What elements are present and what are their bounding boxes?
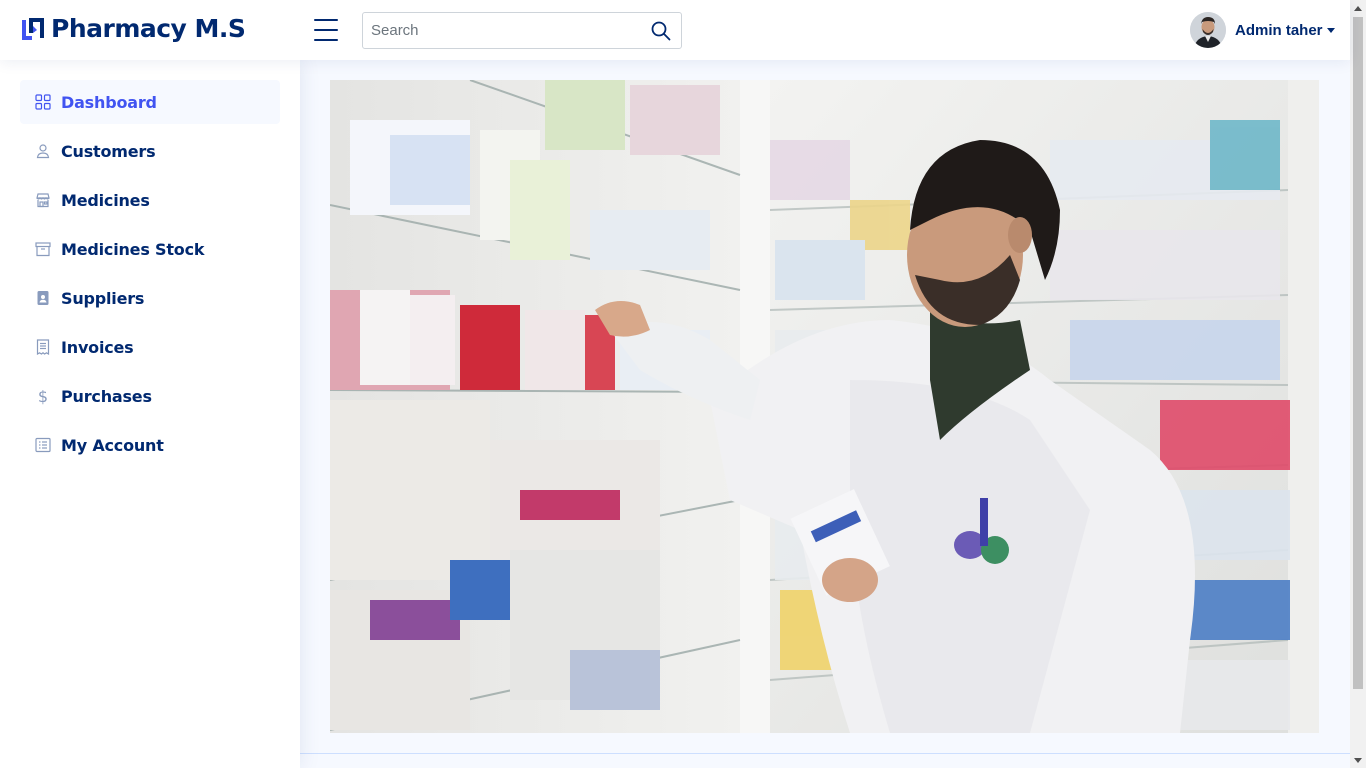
sidebar-item-medicines[interactable]: Medicines — [20, 178, 280, 222]
sidebar-item-label: Purchases — [61, 386, 152, 406]
page-scrollbar[interactable] — [1350, 0, 1366, 768]
sidebar: Dashboard Customers Medicines Medicines … — [0, 60, 300, 768]
sidebar-item-my-account[interactable]: My Account — [20, 423, 280, 467]
archive-icon — [35, 241, 51, 257]
pharmacy-photo — [330, 80, 1319, 733]
sidebar-item-label: Medicines Stock — [61, 239, 205, 259]
person-badge-icon — [35, 290, 51, 306]
search-icon — [651, 21, 671, 40]
logo-icon — [22, 17, 44, 40]
sidebar-item-suppliers[interactable]: Suppliers — [20, 276, 280, 320]
hamburger-line — [314, 19, 338, 21]
sidebar-item-label: Invoices — [61, 337, 134, 357]
hamburger-line — [314, 29, 338, 31]
sidebar-item-customers[interactable]: Customers — [20, 129, 280, 173]
scrollbar-thumb[interactable] — [1353, 17, 1363, 689]
sidebar-item-purchases[interactable]: $ Purchases — [20, 374, 280, 418]
sidebar-item-dashboard[interactable]: Dashboard — [20, 80, 280, 124]
avatar-image — [1190, 12, 1226, 48]
footer-divider — [300, 753, 1350, 754]
grid-icon — [35, 94, 51, 110]
avatar — [1190, 12, 1226, 48]
logo-text: Pharmacy M.S — [51, 14, 246, 43]
scroll-down-arrow-icon[interactable] — [1350, 752, 1366, 768]
sidebar-item-label: Customers — [61, 141, 156, 161]
scroll-up-arrow-icon[interactable] — [1350, 0, 1366, 16]
sidebar-item-medicines-stock[interactable]: Medicines Stock — [20, 227, 280, 271]
account-list-icon — [35, 437, 51, 453]
search-bar — [362, 12, 682, 49]
hamburger-line — [314, 39, 338, 41]
menu-toggle-button[interactable] — [314, 19, 338, 41]
person-icon — [35, 143, 51, 159]
sidebar-nav: Dashboard Customers Medicines Medicines … — [20, 80, 280, 467]
search-input[interactable] — [363, 13, 641, 48]
receipt-icon — [35, 339, 51, 355]
hero-image — [330, 80, 1319, 733]
profile-dropdown[interactable]: Admin taher — [1190, 12, 1335, 48]
sidebar-item-label: Medicines — [61, 190, 150, 210]
shop-icon — [35, 192, 51, 208]
top-header: Pharmacy M.S Admin taher — [0, 0, 1350, 60]
sidebar-item-label: Suppliers — [61, 288, 145, 308]
search-button[interactable] — [641, 13, 681, 48]
profile-name: Admin taher — [1235, 21, 1323, 39]
dollar-icon: $ — [37, 386, 49, 406]
main-content — [300, 60, 1350, 768]
logo[interactable]: Pharmacy M.S — [20, 14, 246, 43]
caret-down-icon — [1326, 27, 1335, 33]
sidebar-item-invoices[interactable]: Invoices — [20, 325, 280, 369]
sidebar-item-label: My Account — [61, 435, 164, 455]
sidebar-item-label: Dashboard — [61, 92, 157, 112]
